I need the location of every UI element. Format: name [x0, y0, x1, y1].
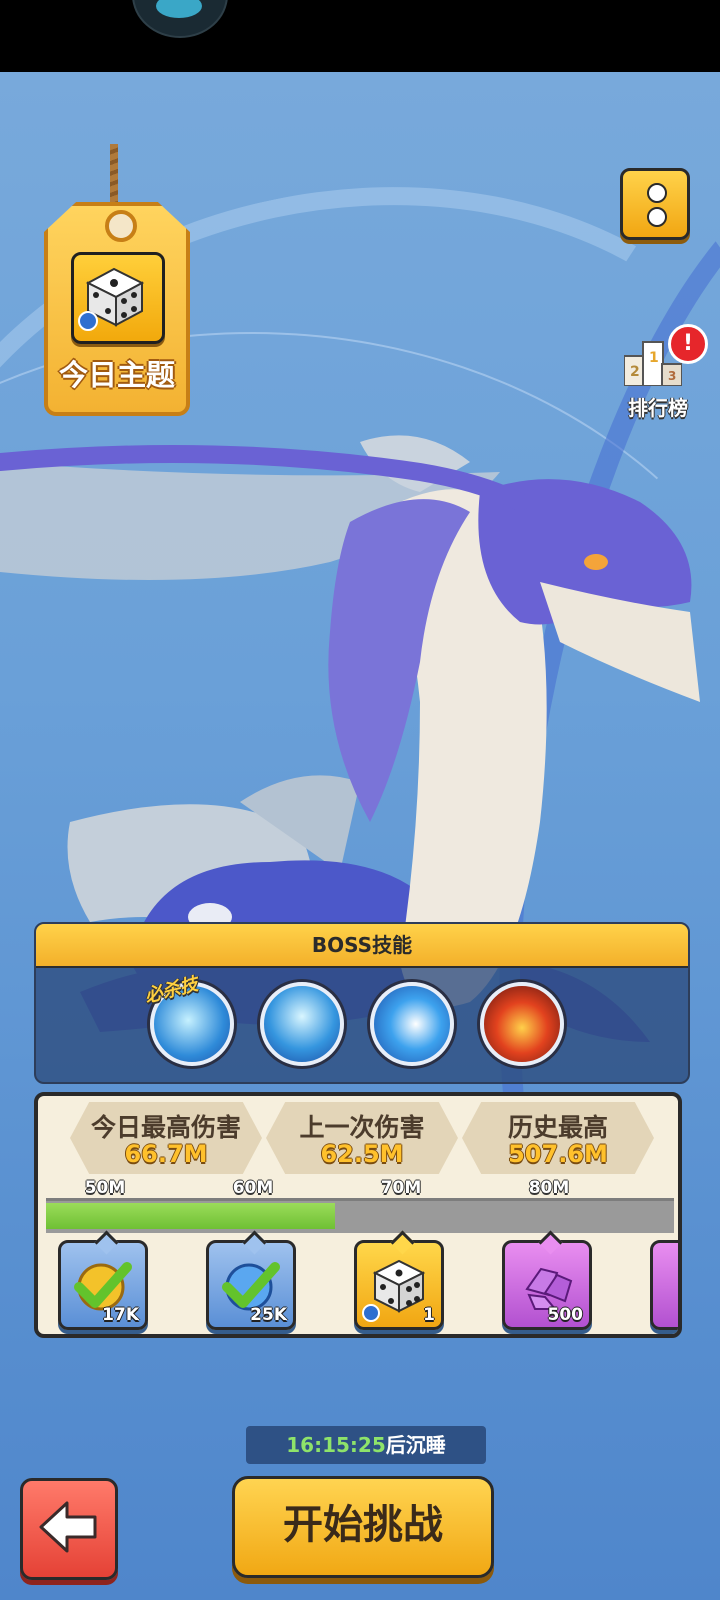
threshold-label: 70M — [380, 1178, 422, 1198]
reward-count: 17K — [102, 1305, 139, 1325]
reward-slot[interactable]: 1 — [354, 1230, 444, 1330]
damage-progress-fill — [46, 1203, 335, 1229]
daily-theme-tag[interactable]: 今日主题 — [44, 202, 190, 416]
stat-title: 今日最高伤害 — [90, 1113, 241, 1142]
stat-title: 历史最高 — [507, 1113, 608, 1142]
threshold-label: 60M — [232, 1178, 274, 1198]
damage-panel: 今日最高伤害 66.7M 上一次伤害 62.5M 历史最高 507.6M 50M… — [34, 1092, 682, 1338]
status-bar — [0, 0, 720, 72]
damage-progress-bar — [46, 1198, 674, 1233]
stat-today-best: 今日最高伤害 66.7M — [70, 1102, 262, 1174]
reward-slot[interactable]: 17K — [58, 1230, 148, 1330]
theme-label: 今日主题 — [58, 358, 175, 392]
tidal-wave-icon[interactable] — [260, 982, 344, 1066]
svg-text:3: 3 — [668, 369, 676, 383]
stat-last-damage: 上一次伤害 62.5M — [266, 1102, 458, 1174]
reward-slot[interactable]: 25K — [206, 1230, 296, 1330]
stat-value: 507.6M — [508, 1140, 608, 1168]
ranking-alert-badge: ! — [668, 324, 708, 364]
avatar-icon — [132, 0, 228, 38]
boss-skills-panel: BOSS技能 必杀技 — [34, 922, 690, 1084]
stat-history-best: 历史最高 507.6M — [462, 1102, 654, 1174]
stat-title: 上一次伤害 — [299, 1113, 425, 1142]
water-orb-icon[interactable] — [370, 982, 454, 1066]
timer-suffix: 后沉睡 — [385, 1433, 446, 1457]
arrow-left-icon — [39, 1501, 97, 1553]
threshold-label: 80M — [528, 1178, 570, 1198]
ranking-button[interactable]: 2 1 3 ! 排行榜 — [618, 324, 708, 420]
dice-icon — [71, 252, 165, 344]
fire-beast-icon[interactable] — [480, 982, 564, 1066]
more-button[interactable] — [620, 168, 690, 240]
start-challenge-button[interactable]: 开始挑战 — [232, 1476, 494, 1578]
more-icon — [647, 183, 667, 203]
stat-value: 62.5M — [320, 1140, 404, 1168]
sleep-timer: 16:15:25后沉睡 — [246, 1426, 486, 1464]
reward-slot-partial[interactable] — [650, 1240, 678, 1330]
svg-text:2: 2 — [630, 364, 640, 380]
reward-count: 1 — [423, 1305, 435, 1325]
svg-text:1: 1 — [649, 350, 659, 366]
threshold-label: 50M — [84, 1178, 126, 1198]
back-button[interactable] — [20, 1478, 118, 1580]
reward-slot[interactable]: 500 — [502, 1230, 592, 1330]
stat-value: 66.7M — [124, 1140, 208, 1168]
boss-skills-header: BOSS技能 — [36, 924, 688, 968]
reward-count: 500 — [547, 1305, 584, 1325]
game-stage: 今日主题 2 1 3 ! 排行榜 BOSS技能 必杀技 今日最高伤害 66.7M — [0, 72, 720, 1600]
timer-time: 16:15:25 — [286, 1433, 386, 1457]
ranking-label: 排行榜 — [628, 396, 688, 420]
reward-count: 25K — [250, 1305, 287, 1325]
